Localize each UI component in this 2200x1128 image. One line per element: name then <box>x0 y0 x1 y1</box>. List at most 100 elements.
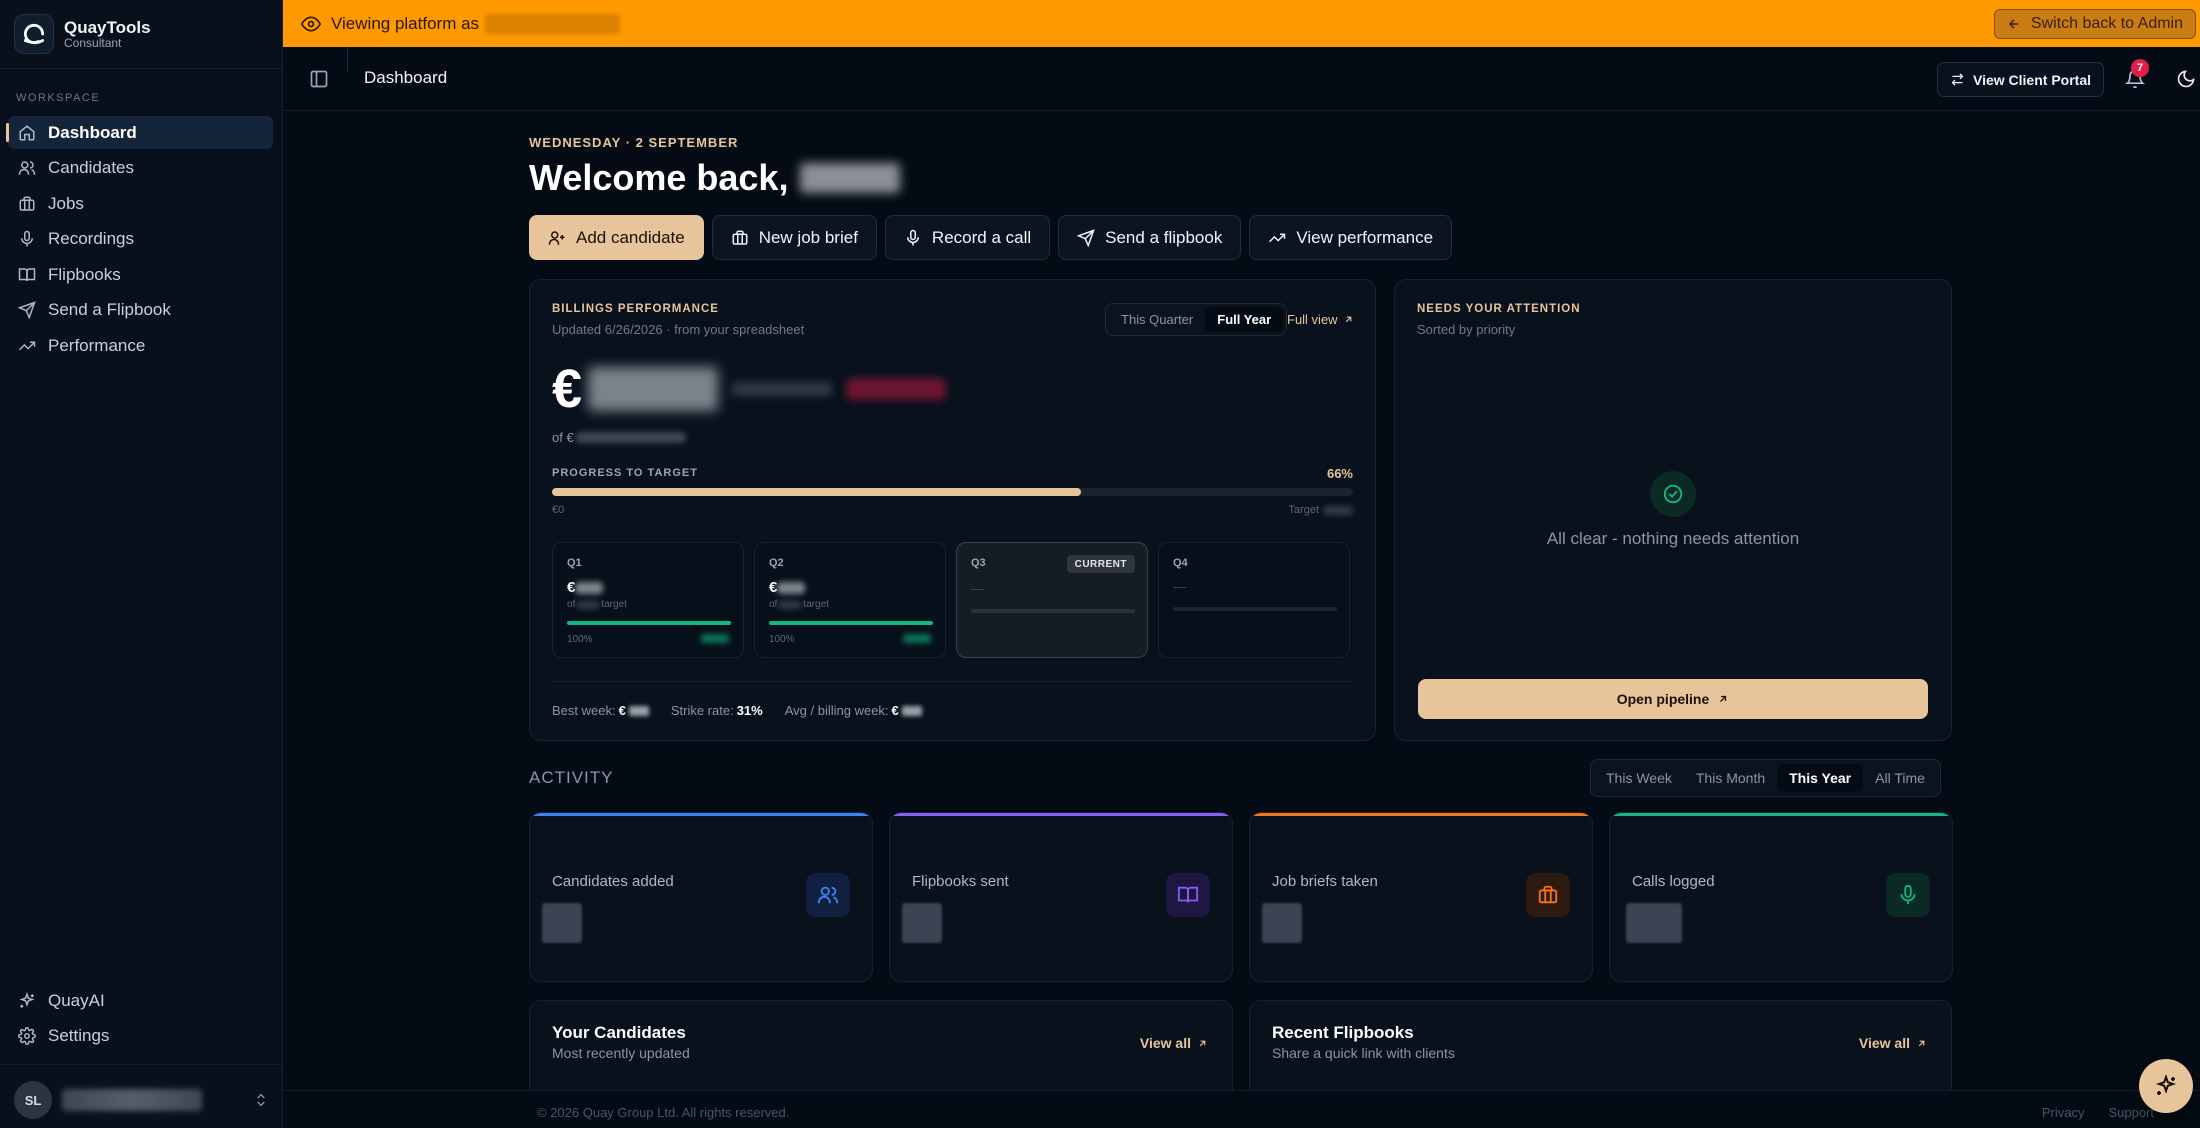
brand-name: QuayTools <box>64 18 151 37</box>
action-label: New job brief <box>758 227 858 247</box>
view-performance-button[interactable]: View performance <box>1249 215 1453 260</box>
sidebar-item-recordings[interactable]: Recordings <box>8 223 273 256</box>
welcome-text: Welcome back, <box>529 157 789 198</box>
stat-label: Flipbooks sent <box>912 873 1009 890</box>
sidebar-toggle-icon[interactable] <box>309 69 329 89</box>
target-prefix: of € <box>552 430 574 445</box>
redacted-user-name <box>62 1089 202 1111</box>
redacted-amount <box>575 581 604 594</box>
tab-this-quarter[interactable]: This Quarter <box>1109 307 1205 332</box>
job-briefs-taken-card[interactable]: Job briefs taken <box>1249 812 1593 982</box>
mic-icon <box>21 231 33 247</box>
redacted-quarter-delta <box>903 634 931 643</box>
tab-this-week[interactable]: This Week <box>1594 764 1684 792</box>
view-all-flipbooks-link[interactable]: View all <box>1859 1035 1927 1051</box>
brand-role: Consultant <box>64 36 122 50</box>
sidebar-item-settings[interactable]: Settings <box>8 1020 273 1053</box>
quarter-card-q2[interactable]: Q2 € of target 100% <box>754 542 946 658</box>
redacted-target <box>778 600 803 609</box>
moon-icon[interactable] <box>2176 69 2196 89</box>
quarter-card-q4[interactable]: Q4 — <box>1158 542 1350 658</box>
redacted-delta <box>732 382 833 396</box>
sidebar-item-candidates[interactable]: Candidates <box>8 152 273 185</box>
open-pipeline-label: Open pipeline <box>1616 691 1710 707</box>
progress-axis-start: €0 <box>552 504 565 516</box>
quaytools-logo-icon <box>14 14 54 54</box>
sidebar-item-dashboard[interactable]: Dashboard <box>6 116 273 149</box>
quarter-card-q1[interactable]: Q1 € of target 100% <box>552 542 744 658</box>
send-flipbook-button[interactable]: Send a flipbook <box>1058 215 1242 260</box>
currency-symbol: € <box>552 359 583 419</box>
quarter-progress-track <box>971 609 1135 613</box>
card-accent <box>1250 813 1592 816</box>
sidebar-item-label: Performance <box>48 336 146 356</box>
redacted-target <box>575 432 686 443</box>
redacted-stat-value <box>902 903 942 943</box>
sidebar-item-performance[interactable]: Performance <box>8 330 273 363</box>
privacy-link[interactable]: Privacy <box>2042 1105 2085 1120</box>
redacted-target <box>576 600 601 609</box>
view-all-candidates-link[interactable]: View all <box>1140 1035 1208 1051</box>
quarter-target-suffix: target <box>601 599 627 610</box>
quayai-assistant-button[interactable] <box>2139 1059 2193 1113</box>
stat-value: € <box>618 703 626 718</box>
quarter-empty-value: — <box>1173 579 1186 594</box>
topbar-divider <box>347 47 348 73</box>
page-title: Dashboard <box>364 68 448 87</box>
billings-title: BILLINGS PERFORMANCE <box>552 303 719 315</box>
open-pipeline-button[interactable]: Open pipeline <box>1418 679 1928 719</box>
briefcase-icon <box>19 196 35 211</box>
sidebar-item-flipbooks[interactable]: Flipbooks <box>8 258 273 291</box>
redacted-stat-value <box>1262 903 1302 943</box>
arrow-up-right-icon <box>1918 1040 1925 1046</box>
date-label: WEDNESDAY · 2 SEPTEMBER <box>529 135 739 150</box>
switch-back-admin-button[interactable]: Switch back to Admin <box>1993 9 2196 39</box>
sidebar-item-label: Dashboard <box>48 122 137 142</box>
billing-stats: Best week: € Strike rate: 31% Avg / billin… <box>552 703 922 718</box>
tab-full-year[interactable]: Full Year <box>1205 307 1284 332</box>
progress-fill <box>552 488 1081 496</box>
quarter-progress-track <box>769 621 933 625</box>
quarter-name: Q1 <box>567 557 582 569</box>
redacted-total <box>588 367 719 411</box>
footer-copyright: © 2026 Quay Group Ltd. All rights reserv… <box>537 1105 790 1120</box>
billings-period-toggle: This Quarter Full Year <box>1105 303 1288 336</box>
client-portal-label: View Client Portal <box>1973 71 2091 88</box>
flipbooks-sent-card[interactable]: Flipbooks sent <box>889 812 1233 982</box>
user-plus-icon <box>548 230 565 245</box>
new-job-brief-button[interactable]: New job brief <box>711 215 877 260</box>
quarter-card-q3[interactable]: Q3 CURRENT — <box>956 542 1148 658</box>
impersonation-banner: Viewing platform as Switch back to Admin <box>283 0 2200 47</box>
workspace-section-label: WORKSPACE <box>16 92 101 104</box>
support-link[interactable]: Support <box>2108 1105 2154 1120</box>
quarter-progress-track <box>1173 607 1337 611</box>
sidebar-item-label: Recordings <box>48 229 134 249</box>
candidates-added-card[interactable]: Candidates added <box>529 812 873 982</box>
sidebar-item-label: Jobs <box>48 193 84 213</box>
tab-this-year[interactable]: This Year <box>1777 764 1864 792</box>
add-candidate-button[interactable]: Add candidate <box>529 215 704 260</box>
quarter-empty-value: — <box>971 581 984 596</box>
view-client-portal-button[interactable]: View Client Portal <box>1937 62 2104 97</box>
brand[interactable]: QuayTools Consultant <box>14 14 151 54</box>
sidebar-item-jobs[interactable]: Jobs <box>8 187 273 220</box>
switch-back-label: Switch back to Admin <box>2030 15 2183 32</box>
full-view-link[interactable]: Full view <box>1287 312 1354 327</box>
quarter-currency: € <box>769 579 778 596</box>
record-call-button[interactable]: Record a call <box>884 215 1051 260</box>
quarter-percent: 100% <box>567 634 593 645</box>
tab-all-time[interactable]: All Time <box>1863 764 1937 792</box>
tab-this-month[interactable]: This Month <box>1684 764 1777 792</box>
progress-label: PROGRESS TO TARGET <box>552 467 698 479</box>
topbar: Dashboard View Client Portal 7 <box>283 47 2200 111</box>
sidebar-item-quayai[interactable]: QuayAI <box>8 984 273 1017</box>
calls-logged-card[interactable]: Calls logged <box>1609 812 1953 982</box>
user-menu[interactable]: SL <box>14 1081 269 1119</box>
trend-icon <box>18 341 36 351</box>
sidebar-item-label: Send a Flipbook <box>48 300 171 320</box>
arrow-up-right-icon <box>1720 695 1727 702</box>
sidebar: QuayTools Consultant WORKSPACE Dashboard… <box>0 0 283 1128</box>
sidebar-divider <box>0 1064 282 1065</box>
redacted-stat-value <box>1626 903 1682 943</box>
sidebar-item-send-flipbook[interactable]: Send a Flipbook <box>8 294 273 327</box>
